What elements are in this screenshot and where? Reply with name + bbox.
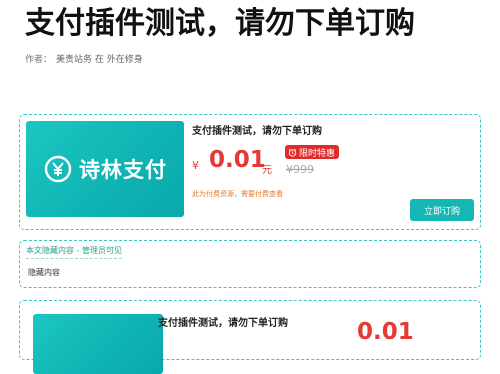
hidden-content-text: 隐藏内容 bbox=[28, 268, 60, 277]
promo-label: 限时特惠 bbox=[299, 148, 336, 159]
product-thumbnail[interactable] bbox=[33, 314, 163, 374]
currency-symbol: ¥ bbox=[192, 159, 199, 172]
original-price: ¥999 bbox=[286, 163, 314, 176]
author-label: 作者： bbox=[25, 55, 53, 65]
author-name[interactable]: 美贵站务 在 外在修身 bbox=[56, 55, 143, 65]
page-title: 支付插件测试，请勿下单订购 bbox=[25, 6, 415, 41]
hidden-content-tag: 本文隐藏内容 - 管理员可见 bbox=[26, 245, 122, 259]
price-value: 0.01 bbox=[209, 147, 266, 173]
author-line: 作者： 美贵站务 在 外在修身 bbox=[25, 52, 143, 65]
promo-badge: 限时特惠 bbox=[285, 145, 340, 159]
hidden-content-box: 本文隐藏内容 - 管理员可见 隐藏内容 bbox=[19, 240, 481, 288]
product-thumbnail[interactable]: 诗林支付 bbox=[26, 121, 184, 217]
brand-name: 诗林支付 bbox=[79, 158, 167, 182]
product-card: 诗林支付 支付插件测试，请勿下单订购 ¥ 0.01 元 限时特惠 ¥999 此为… bbox=[19, 114, 481, 230]
alarm-clock-icon bbox=[288, 148, 297, 157]
paid-note: 此为付费资源，需要付费查看 bbox=[192, 190, 283, 198]
price-unit: 元 bbox=[262, 165, 272, 176]
buy-button[interactable]: 立即订购 bbox=[410, 199, 474, 221]
product-title: 支付插件测试，请勿下单订购 bbox=[158, 318, 288, 329]
yen-circle-icon bbox=[44, 155, 72, 183]
product-title: 支付插件测试，请勿下单订购 bbox=[192, 126, 322, 137]
product-card: 支付插件测试，请勿下单订购 0.01 bbox=[19, 300, 481, 374]
price-value: 0.01 bbox=[357, 319, 414, 345]
